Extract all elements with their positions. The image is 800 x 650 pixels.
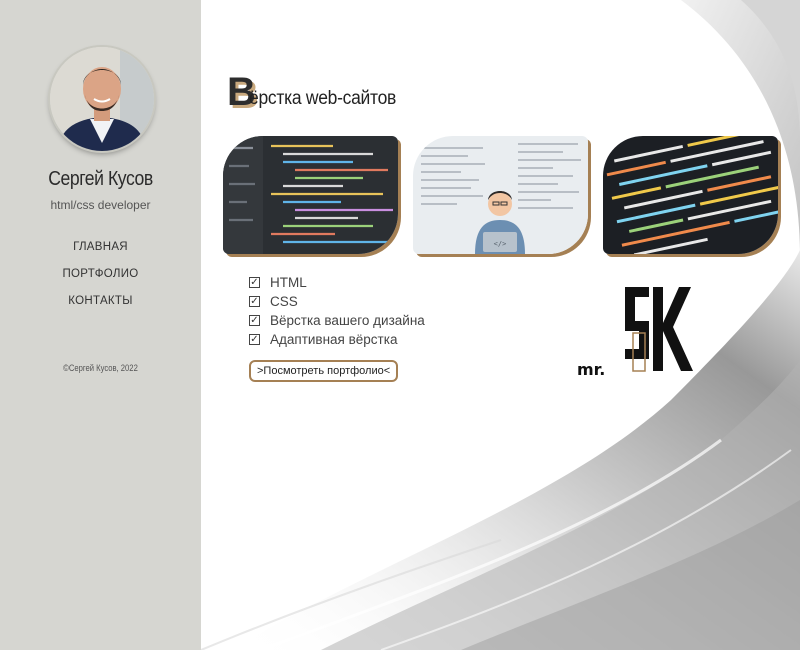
skill-label: Вёрстка вашего дизайна — [270, 313, 425, 328]
svg-text:</>: </> — [494, 240, 507, 248]
main-nav: ГЛАВНАЯ ПОРТФОЛИО КОНТАКТЫ — [0, 240, 201, 321]
sidebar: Сергей Кусов html/css developer ГЛАВНАЯ … — [0, 0, 201, 650]
person-role: html/css developer — [50, 198, 151, 212]
checkbox-checked-icon: ✓ — [249, 314, 260, 326]
skill-item: ✓ CSS — [249, 292, 425, 311]
code-screen-image-1 — [223, 136, 398, 254]
logo-text: mr. — [577, 360, 605, 379]
skills-list: ✓ HTML ✓ CSS ✓ Вёрстка вашего дизайна ✓ … — [249, 273, 425, 349]
view-portfolio-button[interactable]: >Посмотреть портфолио< — [249, 360, 399, 382]
checkbox-checked-icon: ✓ — [249, 295, 260, 307]
skill-item: ✓ HTML — [249, 273, 425, 292]
person-name: Сергей Кусов — [48, 168, 153, 190]
code-screen-image-2 — [603, 136, 778, 254]
nav-item-contacts[interactable]: КОНТАКТЫ — [0, 294, 201, 321]
skill-label: Адаптивная вёрстка — [270, 332, 398, 347]
copyright: ©Сергей Кусов, 2022 — [63, 363, 138, 373]
skill-label: CSS — [270, 294, 298, 309]
checkbox-checked-icon: ✓ — [249, 276, 260, 288]
nav-item-portfolio[interactable]: ПОРТФОЛИО — [0, 267, 201, 294]
avatar — [50, 47, 154, 151]
developer-illustration-image: </> — [413, 136, 588, 254]
mr-sk-logo: mr. — [577, 287, 693, 379]
page-title-text: ёрстка web-сайтов — [249, 88, 397, 109]
skill-item: ✓ Вёрстка вашего дизайна — [249, 311, 425, 330]
checkbox-checked-icon: ✓ — [249, 333, 260, 345]
skill-label: HTML — [270, 275, 307, 290]
nav-item-home[interactable]: ГЛАВНАЯ — [0, 240, 201, 267]
skill-item: ✓ Адаптивная вёрстка — [249, 330, 425, 349]
avatar-portrait-image — [50, 47, 154, 151]
